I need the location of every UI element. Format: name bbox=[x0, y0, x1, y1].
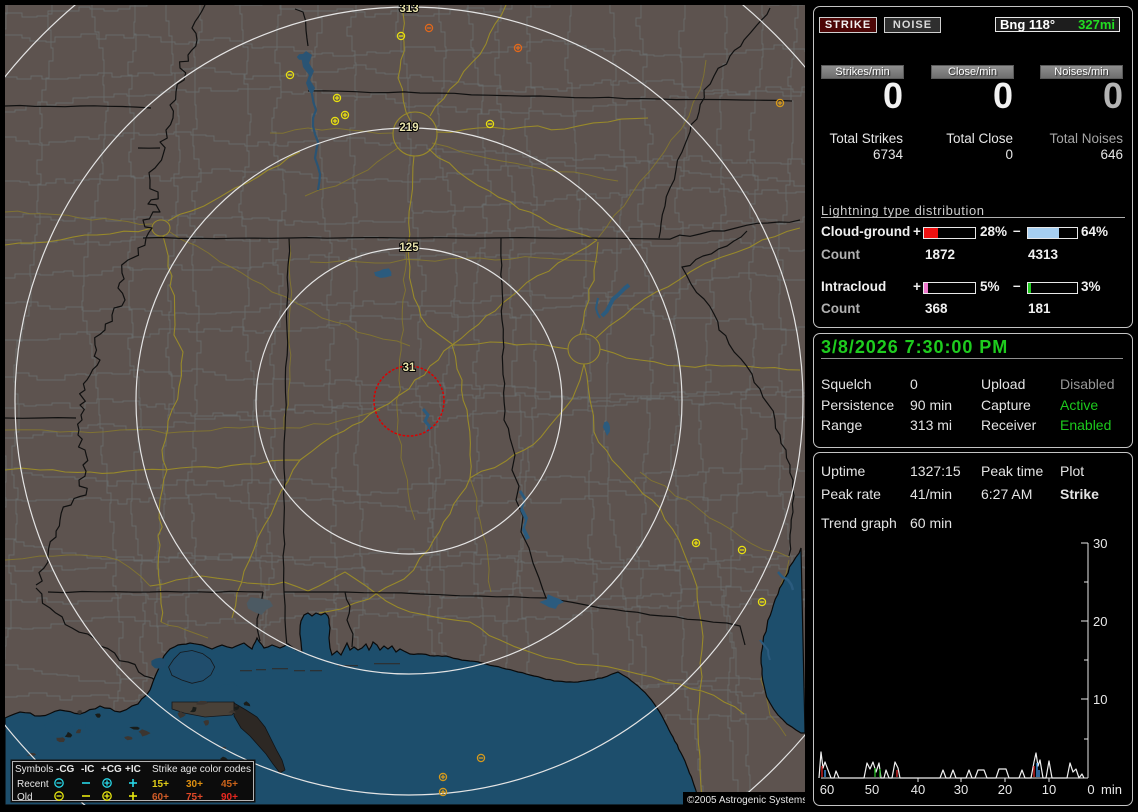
svg-text:20: 20 bbox=[998, 782, 1012, 797]
svg-text:Recent: Recent bbox=[17, 779, 49, 790]
svg-text:60: 60 bbox=[820, 782, 834, 797]
svg-text:125: 125 bbox=[399, 242, 419, 254]
svg-text:219: 219 bbox=[399, 122, 418, 134]
svg-text:-CG: -CG bbox=[56, 764, 75, 775]
svg-text:75+: 75+ bbox=[186, 792, 203, 803]
svg-text:10: 10 bbox=[1093, 692, 1107, 707]
svg-text:-IC: -IC bbox=[81, 764, 94, 775]
svg-text:31: 31 bbox=[403, 362, 416, 374]
svg-text:50: 50 bbox=[865, 782, 879, 797]
svg-text:45+: 45+ bbox=[221, 779, 238, 790]
svg-text:©2005 Astrogenic Systems: ©2005 Astrogenic Systems bbox=[687, 795, 805, 805]
svg-text:60+: 60+ bbox=[152, 792, 169, 803]
svg-text:20: 20 bbox=[1093, 614, 1107, 629]
svg-text:0: 0 bbox=[1087, 782, 1094, 797]
svg-text:313: 313 bbox=[399, 5, 418, 15]
svg-text:90+: 90+ bbox=[221, 792, 238, 803]
svg-text:Symbols: Symbols bbox=[15, 764, 53, 775]
svg-text:15+: 15+ bbox=[152, 779, 169, 790]
svg-text:min: min bbox=[1101, 782, 1122, 797]
svg-text:+IC: +IC bbox=[125, 764, 141, 775]
svg-text:30: 30 bbox=[954, 782, 968, 797]
svg-text:10: 10 bbox=[1042, 782, 1056, 797]
svg-text:+CG: +CG bbox=[101, 764, 122, 775]
svg-text:30+: 30+ bbox=[186, 779, 203, 790]
svg-text:Old: Old bbox=[17, 792, 33, 803]
svg-text:Strike age color codes: Strike age color codes bbox=[152, 764, 251, 775]
svg-text:40: 40 bbox=[911, 782, 925, 797]
svg-text:30: 30 bbox=[1093, 536, 1107, 551]
